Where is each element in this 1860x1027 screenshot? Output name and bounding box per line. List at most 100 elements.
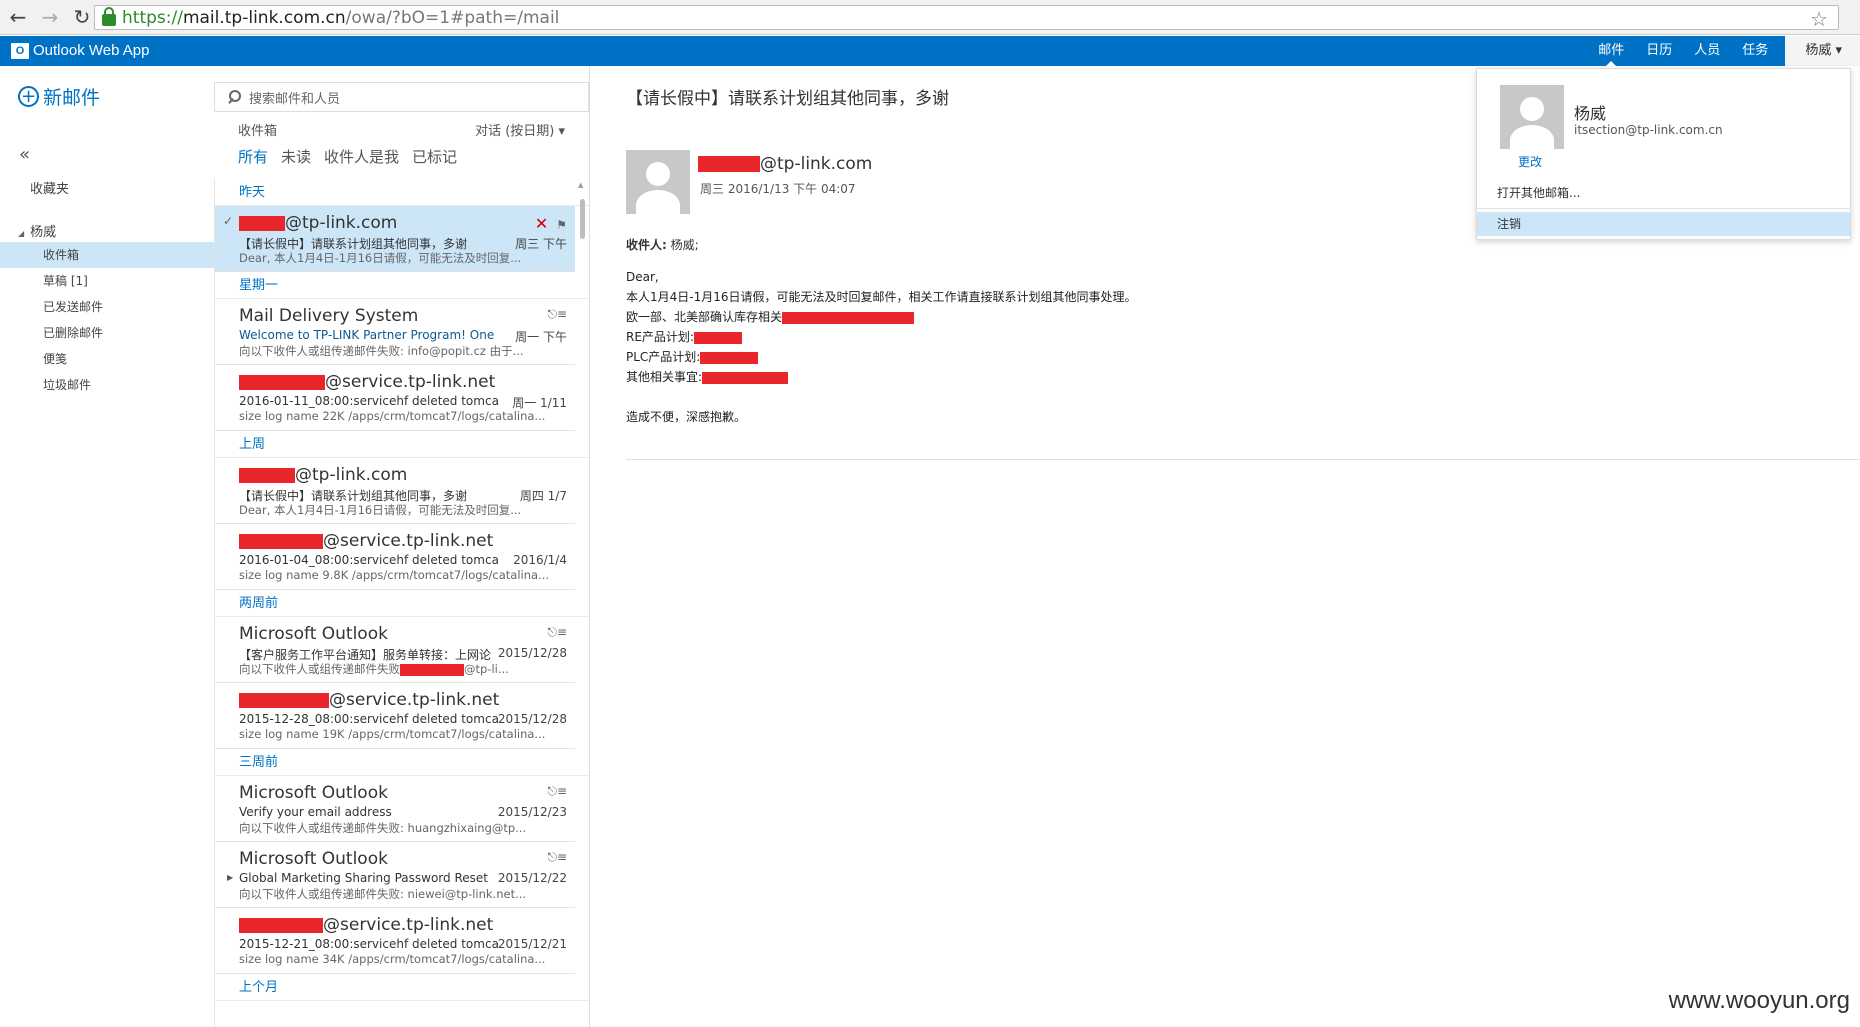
list-item[interactable]: @service.tp-link.net 2016-01-04_08:00:se… <box>215 524 575 590</box>
search-icon <box>227 90 241 104</box>
sender-text: @service.tp-link.net <box>323 531 494 551</box>
redaction <box>239 215 285 231</box>
address-bar[interactable]: https:// mail.tp-link.com.cn /owa/?bO=1#… <box>94 5 1839 31</box>
browser-toolbar: ← → ↻ https:// mail.tp-link.com.cn /owa/… <box>0 0 1860 35</box>
subject: 2016-01-04_08:00:servicehf deleted tomca… <box>239 553 499 567</box>
user-display-name: 杨威 <box>1574 104 1607 123</box>
list-item[interactable]: @tp-link.com 【请长假中】请联系计划组其他同事，多谢 周四 1/7 … <box>215 458 575 524</box>
watermark: www.wooyun.org <box>1668 987 1850 1014</box>
list-item[interactable]: @service.tp-link.net 2015-12-28_08:00:se… <box>215 683 575 749</box>
user-menu-button[interactable]: 杨威 ▾ <box>1785 36 1860 66</box>
list-scrollbar[interactable]: ▲ <box>575 179 589 1027</box>
folder-deleted[interactable]: 已删除邮件 <box>0 320 214 346</box>
bookmark-star-icon[interactable]: ☆ <box>1810 7 1828 31</box>
body-line: 欧一部、北美部确认库存相关 <box>626 307 1137 327</box>
folder-list: 收件箱 草稿 [1] 已发送邮件 已删除邮件 便笺 垃圾邮件 <box>0 242 214 398</box>
sender: @service.tp-link.net <box>239 531 493 551</box>
new-mail-button[interactable]: + 新邮件 <box>18 83 100 110</box>
check-icon[interactable]: ✓ <box>223 214 233 228</box>
user-avatar <box>1500 85 1564 149</box>
preview: size log name 9.8K /apps/crm/tomcat7/log… <box>239 568 549 582</box>
user-name: 杨威 <box>1805 43 1832 58</box>
group-header: 两周前 <box>215 590 589 617</box>
nav-mail[interactable]: 邮件 <box>1587 36 1635 66</box>
redaction <box>239 374 325 390</box>
recipients: 收件人: 杨威; <box>626 236 699 253</box>
filter-unread[interactable]: 未读 <box>281 146 311 167</box>
date: 2015/12/28 <box>497 646 567 660</box>
expand-conversation-icon[interactable]: ▶ <box>227 873 233 882</box>
sender: @service.tp-link.net <box>239 915 493 935</box>
folder-pane: + 新邮件 « 收藏夹 ◢ 杨威 收件箱 草稿 [1] 已发送邮件 已删除邮件 便… <box>0 66 214 1027</box>
scroll-thumb[interactable] <box>580 199 585 239</box>
forward-arrow-icon[interactable]: → <box>36 3 64 31</box>
search-placeholder: 搜索邮件和人员 <box>249 91 341 107</box>
preview: 向以下收件人或组传递邮件失败 @tp-li... <box>239 661 549 677</box>
redaction <box>698 156 760 172</box>
body-line: 本人1月4日-1月16日请假，可能无法及时回复邮件，相关工作请直接联系计划组其他… <box>626 290 1137 304</box>
search-input[interactable]: 搜索邮件和人员 <box>214 82 589 112</box>
account-name: 杨威 <box>30 225 57 240</box>
expand-triangle-icon[interactable]: ◢ <box>18 229 24 238</box>
list-item[interactable]: @service.tp-link.net 2016-01-11_08:00:se… <box>215 365 575 431</box>
flag-icon[interactable]: ⚑ <box>556 218 567 232</box>
body-line: PLC产品计划: <box>626 347 1137 367</box>
folder-drafts[interactable]: 草稿 [1] <box>0 268 214 294</box>
message-list: 昨天 ✓ @tp-link.com ✕ ⚑ 【请长假中】请联系计划组其他同事，多谢… <box>214 179 589 1027</box>
list-item[interactable]: Microsoft Outlook ⎋≡ Verify your email a… <box>215 776 575 842</box>
person-head <box>1520 97 1544 121</box>
open-other-mailbox[interactable]: 打开其他邮箱... <box>1497 184 1580 201</box>
nav-calendar[interactable]: 日历 <box>1635 36 1683 66</box>
group-header: 三周前 <box>215 749 589 776</box>
filter-all[interactable]: 所有 <box>238 146 268 167</box>
list-item[interactable]: ▶ Microsoft Outlook ⎋≡ Global Marketing … <box>215 842 575 908</box>
list-item[interactable]: ✓ @tp-link.com ✕ ⚑ 【请长假中】请联系计划组其他同事，多谢 周三… <box>215 206 575 272</box>
nav-tasks[interactable]: 任务 <box>1731 36 1779 66</box>
body-line: RE产品计划: <box>626 327 1137 347</box>
filter-flagged[interactable]: 已标记 <box>412 146 457 167</box>
subject: Welcome to TP-LINK Partner Program! One … <box>239 328 499 342</box>
lock-icon <box>102 6 116 26</box>
preview: 向以下收件人或组传递邮件失败: niewei@tp-link.net... <box>239 887 527 901</box>
user-email: itsection@tp-link.com.cn <box>1574 123 1723 137</box>
delete-icon[interactable]: ✕ <box>535 214 548 233</box>
scroll-up-icon[interactable]: ▲ <box>578 181 583 189</box>
folder-notes[interactable]: 便笺 <box>0 346 214 372</box>
reply-forward-icon: ⎋≡ <box>547 307 567 321</box>
folder-junk[interactable]: 垃圾邮件 <box>0 372 214 398</box>
change-photo-link[interactable]: 更改 <box>1518 153 1542 170</box>
sender: Microsoft Outlook <box>239 624 388 644</box>
body-text: 欧一部、北美部确认库存相关 <box>626 310 783 324</box>
redaction <box>702 371 789 384</box>
from-address[interactable]: @tp-link.com <box>698 154 872 174</box>
preview: size log name 22K /apps/crm/tomcat7/logs… <box>239 409 546 423</box>
to-value[interactable]: 杨威; <box>671 238 699 252</box>
list-item[interactable]: Mail Delivery System ⎋≡ Welcome to TP-LI… <box>215 299 575 365</box>
sign-out-button[interactable]: 注销 <box>1477 212 1850 236</box>
owa-logo[interactable]: O Outlook Web App <box>11 42 149 59</box>
body-text: RE产品计划: <box>626 330 694 344</box>
redaction <box>782 311 915 324</box>
reload-icon[interactable]: ↻ <box>68 3 96 31</box>
collapse-pane-icon[interactable]: « <box>19 144 30 165</box>
favorites-header[interactable]: 收藏夹 <box>30 178 69 197</box>
list-item[interactable]: Microsoft Outlook ⎋≡ 【客户服务工作平台通知】服务单转接：上… <box>215 617 575 683</box>
filter-to-me[interactable]: 收件人是我 <box>324 146 399 167</box>
account-node[interactable]: ◢ 杨威 <box>18 221 56 240</box>
subject: 2015-12-21_08:00:servicehf deleted tomca… <box>239 937 499 951</box>
url-scheme: https:// <box>122 7 183 28</box>
back-arrow-icon[interactable]: ← <box>4 3 32 31</box>
sender: @tp-link.com <box>239 465 407 485</box>
redaction <box>239 533 323 549</box>
folder-sent[interactable]: 已发送邮件 <box>0 294 214 320</box>
sort-dropdown[interactable]: 对话 (按日期) ▾ <box>475 120 565 139</box>
sender-text: @tp-link.com <box>295 465 408 485</box>
group-header: 昨天 <box>215 179 589 206</box>
body-text: PLC产品计划: <box>626 350 701 364</box>
nav-people[interactable]: 人员 <box>1683 36 1731 66</box>
new-mail-label: 新邮件 <box>43 87 101 109</box>
folder-inbox[interactable]: 收件箱 <box>0 242 214 268</box>
redaction <box>239 917 323 933</box>
list-item[interactable]: @service.tp-link.net 2015-12-21_08:00:se… <box>215 908 575 974</box>
current-folder-label: 收件箱 <box>238 124 278 139</box>
